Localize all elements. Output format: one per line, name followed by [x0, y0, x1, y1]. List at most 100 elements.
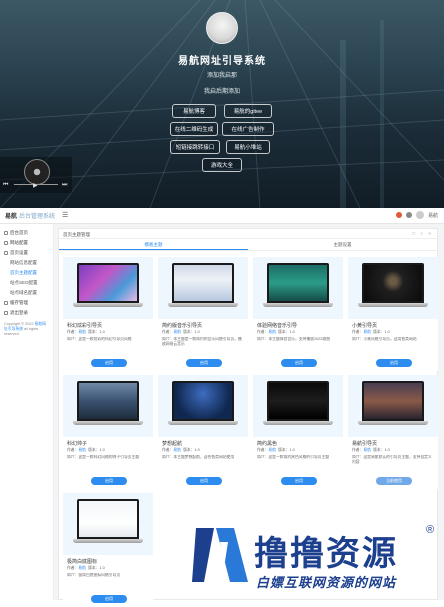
- apply-theme-button[interactable]: 启用: [186, 359, 222, 367]
- music-player: ⏮ ▶ ⏭: [0, 157, 72, 193]
- version-label: 版本：: [183, 448, 195, 452]
- sidebar-item-theme[interactable]: 首页主题配置: [0, 268, 53, 278]
- version-value: 1.0: [194, 448, 200, 452]
- theme-preview: [63, 493, 153, 555]
- sidebar-item-seo[interactable]: 站点SEO配置: [0, 278, 53, 288]
- tab-templates[interactable]: 模板主题: [59, 239, 248, 250]
- watermark-slogan: 白嫖互联网资源的网站: [256, 575, 397, 590]
- hero-line-2: 我启后期添加: [203, 89, 240, 95]
- author-label: 作者：: [352, 330, 364, 334]
- apply-theme-button[interactable]: 启用: [376, 359, 412, 367]
- play-icon[interactable]: ▶: [33, 182, 38, 189]
- link-button-shortlink[interactable]: 短链接跳转接口: [170, 140, 220, 154]
- panel-tools-icon[interactable]: □ ○ ×: [412, 231, 433, 236]
- theme-icon[interactable]: [395, 212, 402, 218]
- tab-theme-settings[interactable]: 主题设置: [248, 239, 437, 250]
- author-value[interactable]: 易航: [173, 448, 181, 452]
- theme-description: 简介：这是易航默认的引导页主题，支持自定义内容: [352, 455, 432, 464]
- watermark: 撸撸资源 ® 白嫖互联网资源的网站: [190, 522, 440, 596]
- sidebar-item-site-config[interactable]: 网站配置: [0, 238, 53, 248]
- cache-icon: [4, 301, 8, 305]
- laptop-mockup: [263, 381, 333, 427]
- sidebar-item-domain[interactable]: 站点域名配置: [0, 288, 53, 298]
- preview-screen: [172, 263, 234, 303]
- sidebar-item-label: 首页设置: [10, 250, 28, 255]
- site-title: 易航网址引导系统: [178, 56, 266, 67]
- theme-meta: 作者：易航 版本：1.0: [67, 448, 105, 453]
- theme-card: 简约黑色 作者：易航 版本：1.0 简介：这是一款简约黑色风格的引导页主题 启用: [253, 375, 343, 489]
- sidebar-item-site-info[interactable]: 网站信息配置: [0, 258, 53, 268]
- theme-description: 简介：这是一款简约黑色风格的引导页主题: [257, 455, 330, 459]
- theme-title: 体验网络音乐引导: [257, 323, 298, 329]
- laptop-base: [168, 421, 238, 425]
- author-value[interactable]: 易航: [78, 448, 86, 452]
- theme-title: 极简白底图标: [67, 559, 98, 565]
- theme-title: 梦想起航: [162, 441, 183, 447]
- theme-preview: [158, 375, 248, 437]
- sidebar-item-cache[interactable]: 缓存管理: [0, 298, 53, 308]
- theme-description: 简介：这是一款炫彩的科幻引导页风格: [67, 337, 132, 341]
- apply-theme-button[interactable]: 启用: [281, 477, 317, 485]
- author-value[interactable]: 易航: [268, 330, 276, 334]
- laptop-base: [73, 421, 143, 425]
- bell-icon[interactable]: [405, 212, 412, 218]
- theme-meta: 作者：易航 版本：1.0: [67, 330, 105, 335]
- version-value: 1.0: [99, 448, 105, 452]
- sidebar-item-logout[interactable]: 退出登录: [0, 308, 53, 318]
- theme-card: 科幻炫彩引导页 作者：易航 版本：1.0 简介：这是一款炫彩的科幻引导页风格启用: [63, 257, 153, 371]
- prev-icon[interactable]: ⏮: [3, 182, 8, 189]
- apply-theme-button[interactable]: 启用: [91, 359, 127, 367]
- apply-theme-button[interactable]: 启用: [281, 359, 317, 367]
- settings-icon: [4, 251, 8, 255]
- version-value: 1.0: [289, 330, 295, 334]
- user-name[interactable]: 易航: [428, 212, 438, 219]
- copyright-prefix: Copyright © 2022: [4, 322, 34, 326]
- theme-title: 科幻帅子: [67, 441, 88, 447]
- theme-meta: 作者：易航 版本：1.0: [67, 566, 105, 571]
- theme-preview: [348, 375, 438, 437]
- author-label: 作者：: [67, 330, 79, 334]
- author-label: 作者：: [67, 448, 79, 452]
- theme-title: 科幻炫彩引导页: [67, 323, 103, 329]
- author-label: 作者：: [257, 448, 269, 452]
- sidebar-item-home[interactable]: 后台首页: [0, 228, 53, 238]
- author-value[interactable]: 易航: [173, 330, 181, 334]
- theme-meta: 作者：易航 版本：1.0: [162, 448, 200, 453]
- apply-theme-button[interactable]: 启用: [91, 595, 127, 603]
- panel-title: 首页主题管理: [63, 232, 90, 237]
- home-icon: [4, 231, 8, 235]
- sidebar-item-home-settings[interactable]: 首页设置: [0, 248, 53, 258]
- author-value[interactable]: 易航: [78, 330, 86, 334]
- link-button-ad-maker[interactable]: 在线广告制作: [222, 122, 274, 136]
- author-label: 作者：: [352, 448, 364, 452]
- preview-screen: [77, 381, 139, 421]
- watermark-logo-icon: [192, 528, 248, 582]
- apply-theme-button[interactable]: 启用: [186, 477, 222, 485]
- laptop-mockup: [73, 381, 143, 427]
- author-value[interactable]: 易航: [363, 330, 371, 334]
- theme-card: 科幻帅子 作者：易航 版本：1.0 简介：这是一款科幻风格的帅子引导页主题启用: [63, 375, 153, 489]
- link-button-blog[interactable]: 易航博客: [172, 104, 216, 118]
- author-value[interactable]: 易航: [363, 448, 371, 452]
- theme-description: 简介：这是一款科幻风格的帅子引导页主题: [67, 455, 140, 459]
- watermark-brand: 撸撸资源: [254, 534, 398, 574]
- apply-theme-button[interactable]: 当前使用: [376, 477, 412, 485]
- link-button-games[interactable]: 游戏大全: [202, 158, 242, 172]
- laptop-mockup: [168, 381, 238, 427]
- version-label: 版本：: [88, 448, 100, 452]
- theme-preview: [253, 375, 343, 437]
- link-button-qrcode[interactable]: 在线二维码生成: [170, 122, 218, 136]
- author-value[interactable]: 易航: [268, 448, 276, 452]
- author-value[interactable]: 易航: [78, 566, 86, 570]
- panel-header: 首页主题管理 □ ○ ×: [59, 229, 437, 239]
- link-button-station[interactable]: 易航小堆站: [226, 140, 270, 154]
- next-icon[interactable]: ⏭: [62, 182, 67, 189]
- link-button-gitee[interactable]: 易航的gitee: [224, 104, 272, 118]
- apply-theme-button[interactable]: 启用: [91, 477, 127, 485]
- menu-toggle-icon[interactable]: ☰: [62, 211, 68, 219]
- theme-title: 小黄引导页: [352, 323, 378, 329]
- user-avatar[interactable]: [415, 211, 424, 219]
- theme-preview: [63, 375, 153, 437]
- theme-description: 简介：本主题梦想起航，适合各类网站使用: [162, 455, 235, 459]
- laptop-base: [358, 421, 428, 425]
